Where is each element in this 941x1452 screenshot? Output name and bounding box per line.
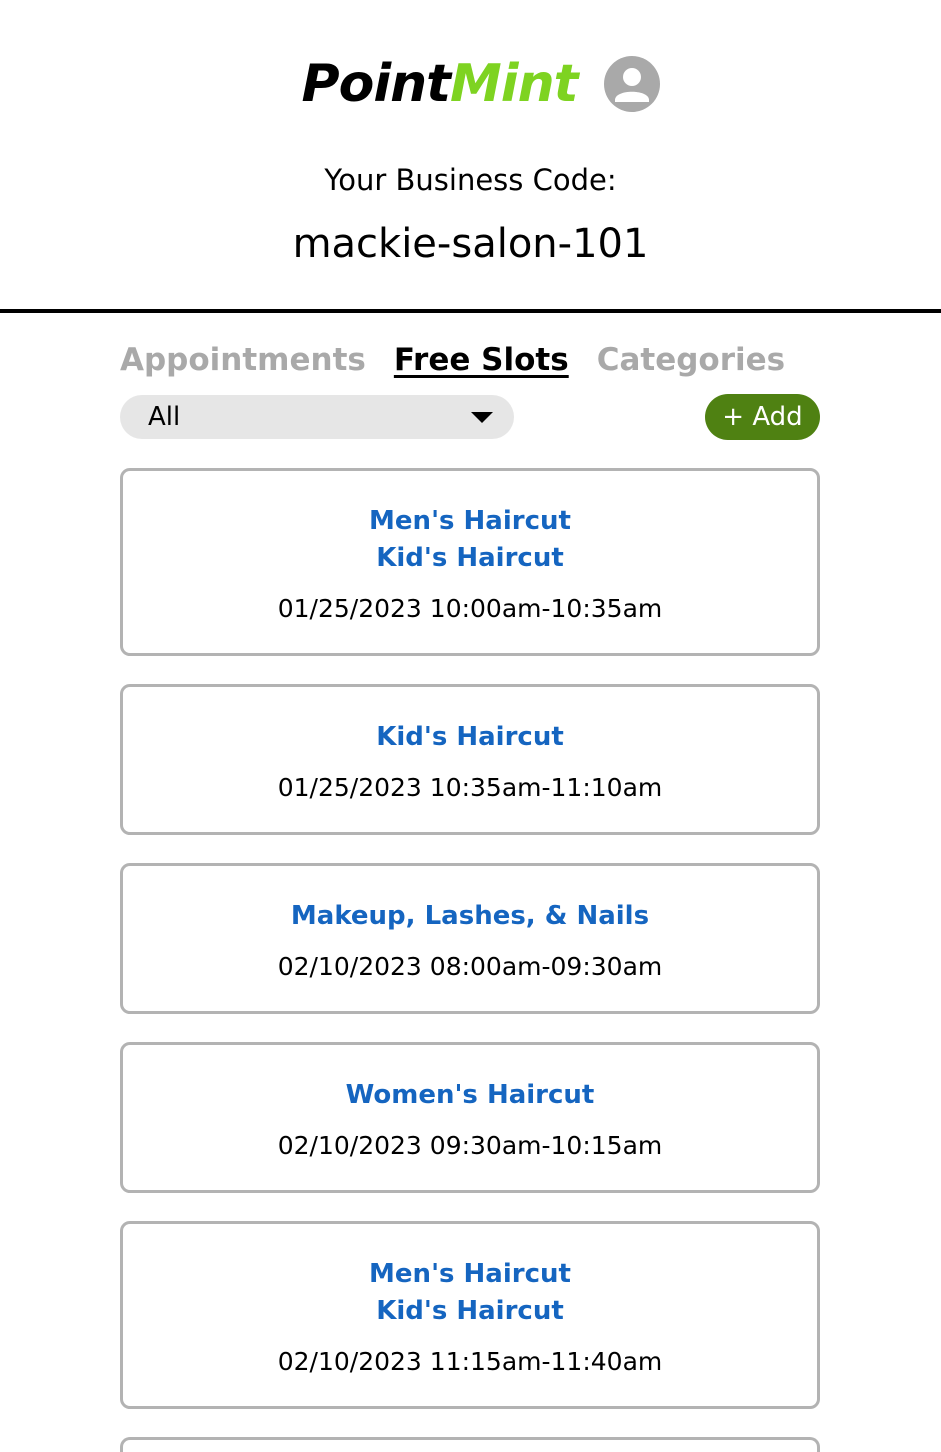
slot-service: Kid's Haircut [376, 722, 564, 752]
slot-card[interactable]: Makeup, Lashes, & Nails 02/10/2023 08:00… [120, 863, 820, 1014]
filter-selected-value: All [148, 402, 181, 432]
pointmint-logo: PointMint [301, 52, 579, 116]
business-code-label: Your Business Code: [324, 163, 617, 197]
slot-card[interactable]: Women's Haircut 02/10/2023 09:30am-10:15… [120, 1042, 820, 1193]
logo-mint-text: Mint [450, 54, 578, 114]
slot-time: 02/10/2023 09:30am-10:15am [277, 1131, 663, 1160]
slot-card[interactable]: Men's Haircut Kid's Haircut 01/25/2023 1… [120, 468, 820, 656]
slot-time: 01/25/2023 10:00am-10:35am [277, 594, 663, 623]
category-filter-select[interactable]: All [120, 395, 514, 439]
slot-services: Men's Haircut Kid's Haircut [123, 471, 817, 577]
slot-card[interactable]: Men's Haircut Kid's Haircut 02/10/2023 1… [120, 1221, 820, 1409]
slot-service: Kid's Haircut [376, 543, 564, 573]
slot-service: Makeup, Lashes, & Nails [290, 901, 650, 931]
brand-row: PointMint [0, 52, 941, 116]
tab-categories[interactable]: Categories [597, 337, 785, 383]
slot-services: Kid's Haircut [123, 687, 817, 756]
slot-service: Women's Haircut [345, 1080, 595, 1110]
tab-bar: Appointments Free Slots Categories [120, 336, 813, 384]
slot-card[interactable]: Kid's Haircut 01/25/2023 10:35am-11:10am [120, 684, 820, 835]
slot-time: 02/10/2023 11:15am-11:40am [277, 1347, 663, 1376]
header: PointMint Your Business Code: mackie-sal… [0, 0, 941, 313]
business-code-value: mackie-salon-101 [292, 221, 649, 267]
slot-services: Makeup, Lashes, & Nails [123, 866, 817, 935]
caret-down-icon [471, 412, 493, 423]
slot-service: Kid's Haircut [376, 1296, 564, 1326]
slot-time: 02/10/2023 08:00am-09:30am [277, 952, 663, 981]
logo-point-text: Point [301, 54, 452, 114]
tab-free-slots[interactable]: Free Slots [394, 337, 569, 383]
slot-service: Men's Haircut [369, 1259, 571, 1289]
add-slot-button[interactable]: + Add [705, 394, 820, 440]
user-avatar-icon[interactable] [603, 56, 660, 112]
slot-services: Men's Haircut Kid's Haircut [123, 1224, 817, 1330]
slot-services: Women's Haircut [123, 1045, 817, 1114]
slot-time: 01/25/2023 10:35am-11:10am [277, 773, 663, 802]
tab-appointments[interactable]: Appointments [120, 337, 366, 383]
slot-service: Men's Haircut [369, 506, 571, 536]
slot-card-partial[interactable] [120, 1437, 820, 1452]
